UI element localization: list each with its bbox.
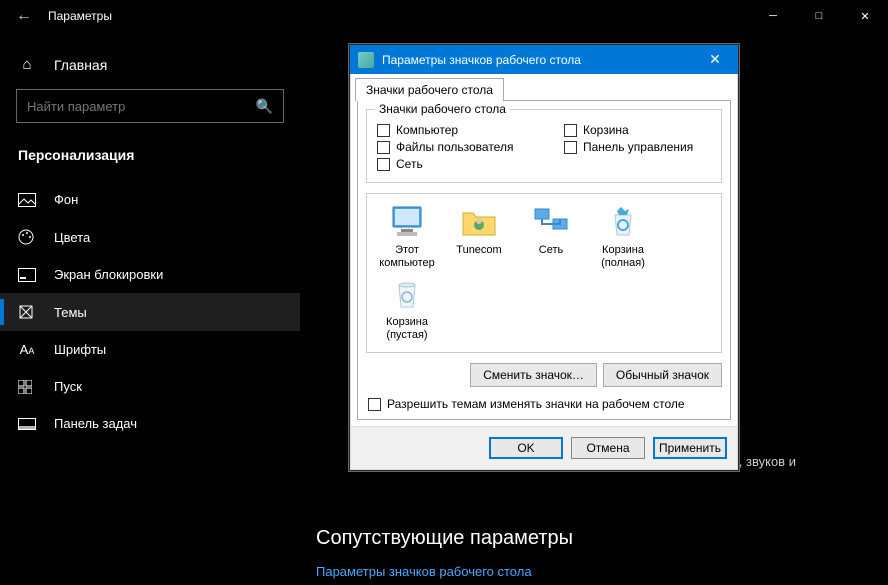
ok-button[interactable]: OK [489, 437, 563, 459]
cancel-button[interactable]: Отмена [571, 437, 645, 459]
sidebar-item-colors[interactable]: Цвета [0, 218, 300, 256]
sidebar-item-lockscreen[interactable]: Экран блокировки [0, 256, 300, 293]
sidebar-item-label: Цвета [54, 230, 90, 245]
sidebar-item-label: Пуск [54, 379, 82, 394]
icon-network[interactable]: Сеть [517, 204, 585, 270]
change-icon-button[interactable]: Сменить значок… [470, 363, 597, 387]
icon-tunecom[interactable]: Tunecom [445, 204, 513, 270]
sidebar-item-label: Экран блокировки [54, 267, 163, 282]
sidebar-home-label: Главная [54, 57, 107, 73]
search-box[interactable]: 🔍 [16, 89, 284, 123]
user-folder-icon [459, 204, 499, 240]
sidebar-item-start[interactable]: Пуск [0, 368, 300, 405]
sidebar-home[interactable]: ⌂ Главная [0, 46, 300, 83]
apply-button[interactable]: Применить [653, 437, 727, 459]
icon-recycle-full[interactable]: Корзина (полная) [589, 204, 657, 270]
sidebar-item-label: Фон [54, 192, 78, 207]
sidebar-item-label: Темы [54, 305, 87, 320]
dialog-footer: OK Отмена Применить [351, 426, 737, 469]
minimize-button[interactable]: ─ [750, 0, 796, 32]
taskbar-icon [18, 418, 36, 430]
sidebar-item-taskbar[interactable]: Панель задач [0, 405, 300, 442]
checkbox-recyclebin[interactable]: Корзина [564, 123, 711, 137]
icon-this-pc[interactable]: Этот компьютер [373, 204, 441, 270]
themes-icon [18, 304, 36, 320]
related-link[interactable]: Параметры значков рабочего стола [316, 564, 573, 579]
sidebar-item-label: Панель задач [54, 416, 137, 431]
network-icon [531, 204, 571, 240]
lockscreen-icon [18, 268, 36, 282]
titlebar: ← Параметры ─ □ ✕ [0, 0, 888, 32]
sidebar-item-fonts[interactable]: AA Шрифты [0, 331, 300, 368]
window-title: Параметры [48, 9, 112, 23]
checkbox-computer[interactable]: Компьютер [377, 123, 524, 137]
back-button[interactable]: ← [10, 7, 38, 25]
palette-icon [18, 229, 36, 245]
icon-recycle-empty[interactable]: Корзина (пустая) [373, 276, 441, 342]
dialog-close-button[interactable]: ✕ [700, 51, 730, 68]
picture-icon [18, 193, 36, 207]
group-legend: Значки рабочего стола [375, 102, 510, 116]
close-button[interactable]: ✕ [842, 0, 888, 32]
dialog-titlebar[interactable]: Параметры значков рабочего стола ✕ [350, 45, 738, 74]
checkbox-userfiles[interactable]: Файлы пользователя [377, 140, 524, 154]
maximize-button[interactable]: □ [796, 0, 842, 32]
section-title: Персонализация [0, 139, 300, 181]
dialog-icon [358, 52, 374, 68]
icons-groupbox: Значки рабочего стола Компьютер Корзина … [366, 109, 722, 183]
allow-themes-checkbox[interactable]: Разрешить темам изменять значки на рабоч… [368, 397, 722, 411]
computer-icon [387, 204, 427, 240]
tab-strip: Значки рабочего стола [351, 74, 737, 100]
sidebar-item-background[interactable]: Фон [0, 181, 300, 218]
search-input[interactable] [27, 99, 256, 114]
sidebar-item-themes[interactable]: Темы [0, 293, 300, 331]
tab-desktop-icons[interactable]: Значки рабочего стола [355, 78, 504, 101]
home-icon: ⌂ [18, 56, 36, 73]
sidebar-item-label: Шрифты [54, 342, 106, 357]
search-icon: 🔍 [256, 98, 273, 115]
recyclebin-full-icon [603, 204, 643, 240]
sidebar: ⌂ Главная 🔍 Персонализация Фон Цвета [0, 32, 300, 585]
checkbox-controlpanel[interactable]: Панель управления [564, 140, 711, 154]
default-icon-button[interactable]: Обычный значок [603, 363, 722, 387]
fonts-icon: AA [18, 342, 36, 357]
desktop-icons-dialog: Параметры значков рабочего стола ✕ Значк… [349, 44, 739, 471]
dialog-title: Параметры значков рабочего стола [382, 53, 581, 67]
checkbox-network[interactable]: Сеть [377, 157, 527, 171]
related-title: Сопутствующие параметры [316, 527, 573, 550]
icon-preview-well[interactable]: Этот компьютер Tunecom Сеть [366, 193, 722, 353]
recyclebin-empty-icon [387, 276, 427, 312]
start-icon [18, 380, 36, 394]
